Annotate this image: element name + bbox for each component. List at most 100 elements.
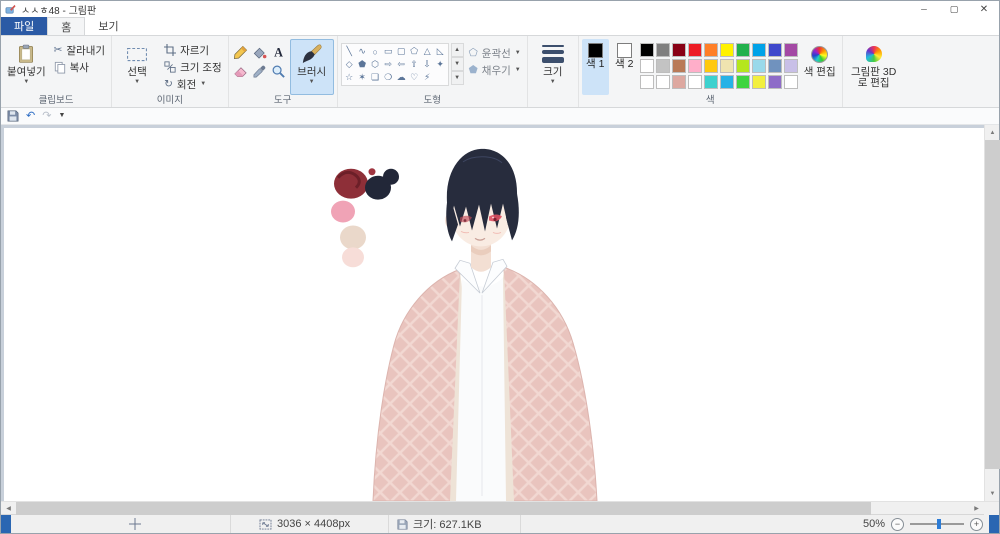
palette-swatch-10[interactable]: [639, 59, 654, 73]
shape-lightning[interactable]: ⚡: [421, 71, 434, 84]
palette-swatch-2[interactable]: [671, 43, 686, 57]
palette-swatch-6[interactable]: [735, 43, 750, 57]
color2-button[interactable]: 색 2: [611, 39, 638, 95]
palette-swatch-20[interactable]: [639, 75, 654, 89]
fill-tool-button[interactable]: [251, 43, 269, 61]
palette-swatch-22[interactable]: [671, 75, 686, 89]
magnifier-tool-button[interactable]: [270, 62, 288, 80]
shape-rounded-callout[interactable]: ❏: [369, 71, 382, 84]
save-button[interactable]: [7, 110, 19, 122]
palette-swatch-23[interactable]: [687, 75, 702, 89]
undo-button[interactable]: ↶: [26, 110, 35, 122]
color1-button[interactable]: 색 1: [581, 39, 609, 95]
palette-swatch-26[interactable]: [735, 75, 750, 89]
shape-heart[interactable]: ♡: [408, 71, 421, 84]
color-picker-tool-button[interactable]: [251, 62, 269, 80]
shape-fill-button[interactable]: ⬟ 채우기 ▼: [466, 62, 524, 78]
brush-button[interactable]: 브러시 ▼: [289, 39, 334, 95]
outline-button[interactable]: ⬠ 윤곽선 ▼: [466, 45, 524, 61]
palette-swatch-27[interactable]: [751, 75, 766, 89]
tab-view[interactable]: 보기: [85, 17, 131, 35]
palette-swatch-29[interactable]: [783, 75, 798, 89]
vertical-scroll-thumb[interactable]: [985, 140, 1000, 469]
shape-right-arrow[interactable]: ⇨: [382, 58, 395, 71]
select-button[interactable]: 선택 ▼: [115, 39, 159, 95]
minimize-button[interactable]: ─: [909, 1, 939, 17]
palette-swatch-18[interactable]: [767, 59, 782, 73]
tab-file[interactable]: 파일: [1, 17, 48, 35]
shape-four-point-star[interactable]: ✦: [434, 58, 447, 71]
redo-button[interactable]: ↷: [42, 110, 51, 122]
edit-colors-button[interactable]: 색 편집: [801, 39, 839, 95]
palette-swatch-0[interactable]: [639, 43, 654, 57]
shape-diamond[interactable]: ◇: [343, 58, 356, 71]
shape-cloud-callout[interactable]: ☁: [395, 71, 408, 84]
shapes-scroll-down-button[interactable]: ▼: [450, 57, 464, 71]
shape-hexagon[interactable]: ⬡: [369, 58, 382, 71]
zoom-slider-thumb[interactable]: [937, 519, 941, 529]
palette-swatch-7[interactable]: [751, 43, 766, 57]
palette-swatch-28[interactable]: [767, 75, 782, 89]
palette-swatch-9[interactable]: [783, 43, 798, 57]
palette-swatch-17[interactable]: [751, 59, 766, 73]
palette-swatch-11[interactable]: [655, 59, 670, 73]
horizontal-scroll-thumb[interactable]: [16, 502, 871, 515]
size-button[interactable]: 크기 ▼: [531, 39, 575, 95]
scroll-up-icon[interactable]: ▲: [985, 125, 1000, 140]
shape-up-arrow[interactable]: ⇧: [408, 58, 421, 71]
shape-down-arrow[interactable]: ⇩: [421, 58, 434, 71]
crop-button[interactable]: 자르기: [161, 42, 225, 58]
eraser-tool-button[interactable]: [232, 62, 250, 80]
shape-line[interactable]: ╲: [343, 45, 356, 58]
palette-swatch-13[interactable]: [687, 59, 702, 73]
palette-swatch-1[interactable]: [655, 43, 670, 57]
shape-oval-callout[interactable]: ❍: [382, 71, 395, 84]
vertical-scrollbar[interactable]: ▲ ▼: [984, 125, 1000, 501]
shapes-scroll-up-button[interactable]: ▲: [450, 43, 464, 57]
cut-button[interactable]: ✂ 잘라내기: [51, 42, 108, 58]
shape-left-arrow[interactable]: ⇦: [395, 58, 408, 71]
palette-swatch-8[interactable]: [767, 43, 782, 57]
shape-five-point-star[interactable]: ☆: [343, 71, 356, 84]
maximize-button[interactable]: ▢: [939, 1, 969, 17]
resize-button[interactable]: 크기 조정: [161, 59, 225, 75]
zoom-slider[interactable]: [910, 519, 964, 529]
palette-swatch-25[interactable]: [719, 75, 734, 89]
palette-swatch-12[interactable]: [671, 59, 686, 73]
palette-swatch-14[interactable]: [703, 59, 718, 73]
palette-swatch-21[interactable]: [655, 75, 670, 89]
pencil-tool-button[interactable]: [232, 43, 250, 61]
rotate-button[interactable]: ↻ 회전 ▼: [161, 76, 225, 92]
shape-triangle[interactable]: △: [421, 45, 434, 58]
palette-swatch-19[interactable]: [783, 59, 798, 73]
zoom-out-button[interactable]: −: [891, 517, 904, 531]
palette-swatch-3[interactable]: [687, 43, 702, 57]
shape-pentagon[interactable]: ⬟: [356, 58, 369, 71]
shape-right-triangle[interactable]: ◺: [434, 45, 447, 58]
qat-customize-button[interactable]: ▼: [58, 112, 65, 119]
shape-six-point-star[interactable]: ✶: [356, 71, 369, 84]
shape-rectangle[interactable]: ▭: [382, 45, 395, 58]
paint3d-button[interactable]: 그림판 3D로 편집: [846, 39, 902, 95]
scroll-left-icon[interactable]: ◀: [1, 502, 16, 515]
palette-swatch-15[interactable]: [719, 59, 734, 73]
scroll-right-icon[interactable]: ▶: [969, 502, 984, 515]
shape-curve[interactable]: ∿: [356, 45, 369, 58]
tab-home[interactable]: 홈: [47, 17, 86, 35]
horizontal-scrollbar[interactable]: ◀ ▶: [1, 501, 999, 515]
palette-swatch-5[interactable]: [719, 43, 734, 57]
copy-button[interactable]: 복사: [51, 59, 108, 75]
shape-rounded-rectangle[interactable]: ▢: [395, 45, 408, 58]
close-button[interactable]: ✕: [969, 1, 999, 17]
shapes-more-button[interactable]: ▼: [450, 71, 464, 85]
scroll-down-icon[interactable]: ▼: [985, 486, 1000, 501]
text-tool-button[interactable]: A: [270, 43, 288, 61]
paste-button[interactable]: 붙여넣기 ▼: [4, 39, 49, 95]
shape-polygon[interactable]: ⬠: [408, 45, 421, 58]
shape-oval[interactable]: ○: [369, 45, 382, 58]
drawing-canvas[interactable]: [4, 128, 984, 501]
palette-swatch-24[interactable]: [703, 75, 718, 89]
palette-swatch-4[interactable]: [703, 43, 718, 57]
palette-swatch-16[interactable]: [735, 59, 750, 73]
zoom-in-button[interactable]: +: [970, 517, 983, 531]
